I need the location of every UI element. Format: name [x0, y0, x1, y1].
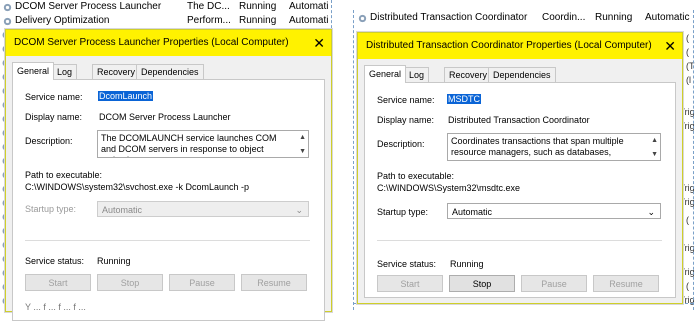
service-startup: Automati — [289, 1, 329, 12]
general-panel: Service name: MSDTC Display name: Distri… — [364, 82, 676, 298]
gear-icon — [2, 2, 13, 13]
chevron-down-icon: ⌄ — [295, 205, 303, 215]
divider — [377, 240, 662, 241]
tab-dependencies[interactable]: Dependencies — [488, 67, 556, 82]
display-name-value: DCOM Server Process Launcher — [99, 112, 231, 122]
description-box[interactable]: The DCOMLAUNCH service launches COM and … — [97, 130, 309, 158]
startup-type-value: Automatic — [102, 205, 143, 215]
dialog-title: DCOM Server Process Launcher Properties … — [14, 37, 289, 48]
scroll-down-icon[interactable]: ▼ — [299, 146, 306, 157]
path-label: Path to executable: — [377, 171, 455, 181]
stop-button[interactable]: Stop — [449, 275, 515, 292]
service-name: Delivery Optimization — [15, 15, 110, 26]
tab-log-on[interactable]: Log On — [404, 67, 430, 94]
scroll-down-icon[interactable]: ▼ — [651, 149, 658, 160]
properties-dialog-dcom: DCOM Server Process Launcher Properties … — [5, 29, 332, 321]
service-status-label: Service status: — [377, 259, 437, 269]
startup-type-select: Automatic ⌄ — [97, 201, 309, 217]
divider — [25, 240, 310, 241]
tab-recovery[interactable]: Recovery — [444, 67, 493, 82]
path-label: Path to executable: — [25, 170, 103, 180]
service-description: Perform... — [187, 15, 231, 26]
path-value: C:\WINDOWS\system32\svchost.exe -k DcomL… — [25, 182, 250, 192]
scroll-up-icon[interactable]: ▲ — [651, 135, 658, 146]
selection-border — [353, 10, 354, 310]
start-button[interactable]: Start — [377, 275, 443, 292]
pause-button[interactable]: Pause — [169, 274, 235, 291]
chevron-down-icon: ⌄ — [647, 207, 655, 217]
tab-recovery[interactable]: Recovery — [92, 64, 141, 79]
stop-button[interactable]: Stop — [97, 274, 163, 291]
service-status: Running — [595, 12, 633, 23]
startup-type-select[interactable]: Automatic ⌄ — [447, 203, 661, 219]
description-label: Description: — [377, 139, 425, 149]
display-name-label: Display name: — [25, 112, 83, 122]
service-startup: Automati — [289, 15, 329, 26]
service-description: Coordin... — [542, 12, 586, 23]
start-button[interactable]: Start — [25, 274, 91, 291]
description-text: Coordinates transactions that span multi… — [451, 136, 624, 160]
description-label: Description: — [25, 136, 73, 146]
properties-dialog-msdtc: Distributed Transaction Coordinator Prop… — [357, 32, 683, 304]
dialog-title: Distributed Transaction Coordinator Prop… — [366, 40, 652, 51]
service-name-label: Service name: — [377, 95, 435, 105]
resume-button[interactable]: Resume — [593, 275, 659, 292]
service-description: The DC... — [187, 1, 230, 12]
close-icon[interactable]: ✕ — [664, 33, 676, 59]
description-text: The DCOMLAUNCH service launches COM and … — [101, 133, 277, 157]
selection-border — [693, 10, 694, 310]
service-status: Running — [239, 15, 277, 26]
startup-type-label: Startup type: — [377, 207, 429, 217]
service-name-value[interactable]: MSDTC — [447, 94, 481, 104]
tab-general[interactable]: General — [364, 65, 407, 83]
general-panel: Service name: DcomLaunch Display name: D… — [12, 79, 325, 321]
service-name-label: Service name: — [25, 92, 83, 102]
tab-dependencies[interactable]: Dependencies — [136, 64, 204, 79]
service-name: Distributed Transaction Coordinator — [370, 12, 528, 23]
dialog-title-bar[interactable]: Distributed Transaction Coordinator Prop… — [358, 33, 682, 59]
scroll-up-icon[interactable]: ▲ — [299, 132, 306, 143]
display-name-label: Display name: — [377, 115, 435, 125]
startup-type-value: Automatic — [452, 207, 493, 217]
tab-log-on[interactable]: Log On — [52, 64, 78, 91]
service-row-delivery[interactable]: Delivery Optimization Perform... Running… — [0, 15, 335, 28]
pause-button[interactable]: Pause — [521, 275, 587, 292]
service-status-label: Service status: — [25, 256, 85, 266]
tab-general[interactable]: General — [12, 62, 55, 80]
service-status: Running — [239, 1, 277, 12]
display-name-value: Distributed Transaction Coordinator — [448, 115, 590, 125]
service-status-value: Running — [450, 259, 484, 269]
gear-icon — [2, 16, 13, 27]
startup-type-label: Startup type: — [25, 204, 77, 214]
service-name: DCOM Server Process Launcher — [15, 1, 162, 12]
gear-icon — [357, 13, 368, 24]
description-box[interactable]: Coordinates transactions that span multi… — [447, 133, 661, 161]
service-status-value: Running — [97, 256, 131, 266]
dialog-title-bar[interactable]: DCOM Server Process Launcher Properties … — [6, 30, 331, 56]
path-value: C:\WINDOWS\System32\msdtc.exe — [377, 183, 521, 193]
service-row-dcom[interactable]: DCOM Server Process Launcher The DC... R… — [0, 1, 335, 14]
close-icon[interactable]: ✕ — [313, 30, 325, 56]
service-row-msdtc[interactable]: Distributed Transaction Coordinator Coor… — [355, 12, 696, 25]
service-startup: Automatic — [645, 12, 690, 23]
footer-hint: Y ... f ... f ... f ... — [25, 302, 86, 312]
service-name-value[interactable]: DcomLaunch — [98, 91, 154, 101]
resume-button[interactable]: Resume — [241, 274, 307, 291]
